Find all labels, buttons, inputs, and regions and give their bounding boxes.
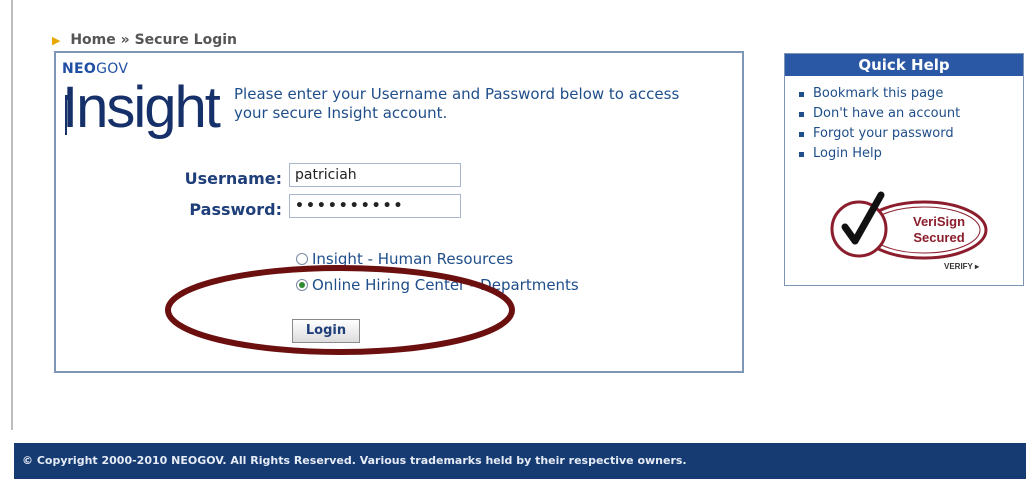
quick-help-link-forgot-password[interactable]: Forgot your password	[799, 124, 1023, 144]
verisign-secured-seal-icon[interactable]: VeriSign Secured VERIFY ▸	[829, 179, 999, 275]
quick-help-title: Quick Help	[785, 54, 1023, 76]
breadcrumb-separator: »	[120, 32, 130, 48]
bullet-icon	[799, 132, 804, 137]
password-input[interactable]: ••••••••••	[289, 194, 461, 218]
username-input[interactable]: patriciah	[289, 163, 461, 187]
quick-help-panel: Quick Help Bookmark this page Don't have…	[784, 53, 1024, 286]
radio-button-icon[interactable]	[296, 253, 308, 265]
quick-help-list: Bookmark this page Don't have an account…	[785, 76, 1023, 164]
quick-help-link-bookmark[interactable]: Bookmark this page	[799, 84, 1023, 104]
username-label: Username:	[184, 169, 282, 188]
login-instructions: Please enter your Username and Password …	[234, 85, 680, 122]
page-footer: © Copyright 2000-2010 NEOGOV. All Rights…	[14, 443, 1026, 479]
radio-option-insight-hr[interactable]: Insight - Human Resources	[296, 250, 513, 268]
login-panel: NEOGOV Insight Please enter your Usernam…	[54, 51, 744, 373]
password-label: Password:	[189, 200, 282, 219]
quick-help-link-no-account[interactable]: Don't have an account	[799, 104, 1023, 124]
radio-label: Insight - Human Resources	[312, 250, 514, 268]
verisign-text: VeriSign	[913, 214, 965, 229]
insight-wordmark: Insight	[62, 75, 221, 140]
left-divider	[11, 0, 13, 430]
flag-icon	[65, 95, 71, 135]
copyright-text: © Copyright 2000-2010 NEOGOV. All Rights…	[22, 454, 687, 467]
radio-label: Online Hiring Center - Departments	[312, 276, 579, 294]
login-button[interactable]: Login	[292, 319, 360, 343]
breadcrumb-arrow-icon: ▶	[52, 34, 61, 47]
verify-text: VERIFY ▸	[944, 262, 980, 271]
breadcrumb: ▶ Home » Secure Login	[52, 32, 237, 48]
breadcrumb-current: Secure Login	[134, 32, 238, 48]
radio-option-online-hiring-center[interactable]: Online Hiring Center - Departments	[296, 276, 579, 294]
bullet-icon	[799, 152, 804, 157]
secured-text: Secured	[913, 230, 964, 245]
radio-button-selected-icon[interactable]	[296, 279, 308, 291]
bullet-icon	[799, 112, 804, 117]
breadcrumb-home-link[interactable]: Home	[70, 32, 115, 48]
bullet-icon	[799, 92, 804, 97]
neogov-insight-logo: NEOGOV Insight	[62, 61, 221, 140]
quick-help-link-login-help[interactable]: Login Help	[799, 144, 1023, 164]
